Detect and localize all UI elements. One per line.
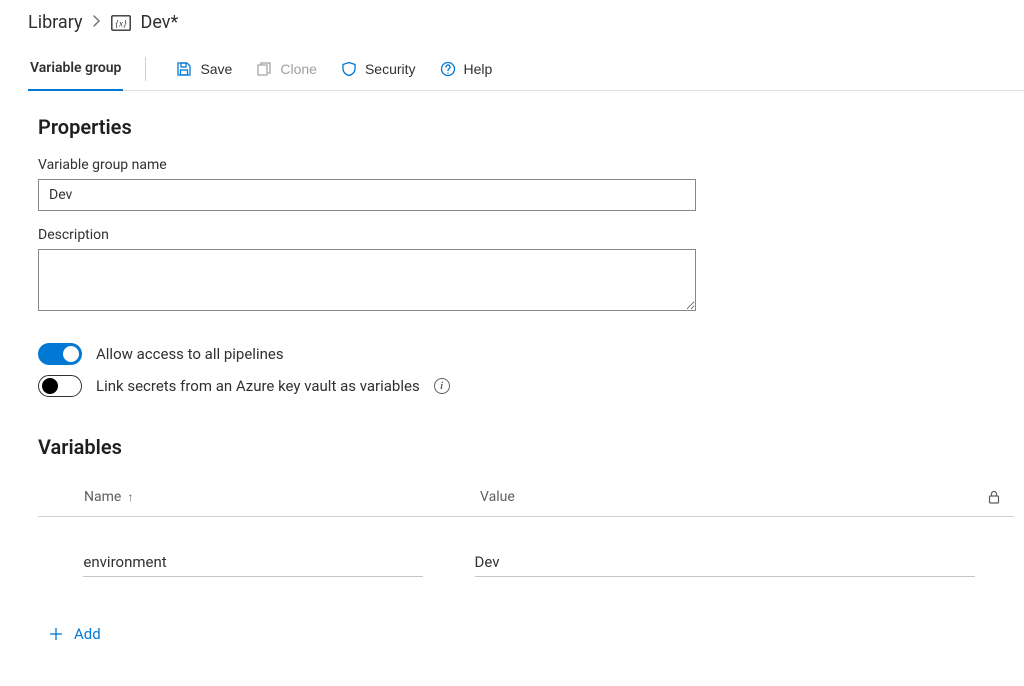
svg-text:{x}: {x}	[115, 18, 127, 28]
variables-table-header: Name ↑ Value	[38, 477, 1014, 517]
link-secrets-toggle-row: Link secrets from an Azure key vault as …	[38, 375, 1024, 397]
shield-icon	[341, 61, 357, 77]
toolbar-separator	[145, 57, 146, 81]
column-header-lock	[974, 490, 1014, 504]
link-secrets-label: Link secrets from an Azure key vault as …	[96, 377, 420, 395]
name-field-label: Variable group name	[38, 157, 1024, 173]
allow-access-toggle[interactable]	[38, 343, 82, 365]
help-icon	[440, 61, 456, 77]
add-variable-button[interactable]: Add	[48, 625, 101, 643]
help-button[interactable]: Help	[428, 47, 505, 91]
column-header-value[interactable]: Value	[480, 489, 974, 505]
variable-group-icon: {x}	[111, 15, 131, 31]
clone-label: Clone	[280, 61, 317, 77]
variable-name-input[interactable]	[83, 547, 423, 577]
variable-value-input[interactable]	[475, 547, 975, 577]
column-name-label: Name	[84, 489, 121, 505]
chevron-right-icon	[93, 15, 101, 31]
column-header-name[interactable]: Name ↑	[84, 489, 480, 505]
variables-table: Name ↑ Value	[38, 477, 1014, 585]
plus-icon	[48, 626, 64, 642]
breadcrumb-root-link[interactable]: Library	[28, 12, 83, 33]
allow-access-label: Allow access to all pipelines	[96, 345, 284, 363]
save-icon	[176, 61, 192, 77]
toolbar: Variable group Save Clone	[28, 47, 1024, 91]
breadcrumb: Library {x} Dev*	[28, 8, 1024, 47]
link-secrets-toggle[interactable]	[38, 375, 82, 397]
clone-button: Clone	[244, 47, 329, 91]
security-button[interactable]: Security	[329, 47, 428, 91]
sort-ascending-icon: ↑	[127, 490, 133, 504]
tab-variable-group[interactable]: Variable group	[28, 47, 123, 91]
save-button[interactable]: Save	[164, 47, 244, 91]
description-field-label: Description	[38, 227, 1024, 243]
lock-icon	[988, 490, 1000, 504]
allow-access-toggle-row: Allow access to all pipelines	[38, 343, 1024, 365]
variables-heading: Variables	[38, 435, 1024, 459]
description-input[interactable]	[38, 249, 696, 311]
save-label: Save	[200, 61, 232, 77]
help-label: Help	[464, 61, 493, 77]
add-label: Add	[74, 625, 101, 643]
variable-group-name-input[interactable]	[38, 179, 696, 211]
security-label: Security	[365, 61, 416, 77]
column-value-label: Value	[480, 489, 515, 505]
properties-heading: Properties	[38, 115, 1024, 139]
info-icon[interactable]: i	[434, 378, 450, 394]
table-row	[38, 517, 1014, 585]
breadcrumb-current: Dev*	[141, 12, 179, 33]
clone-icon	[256, 61, 272, 77]
